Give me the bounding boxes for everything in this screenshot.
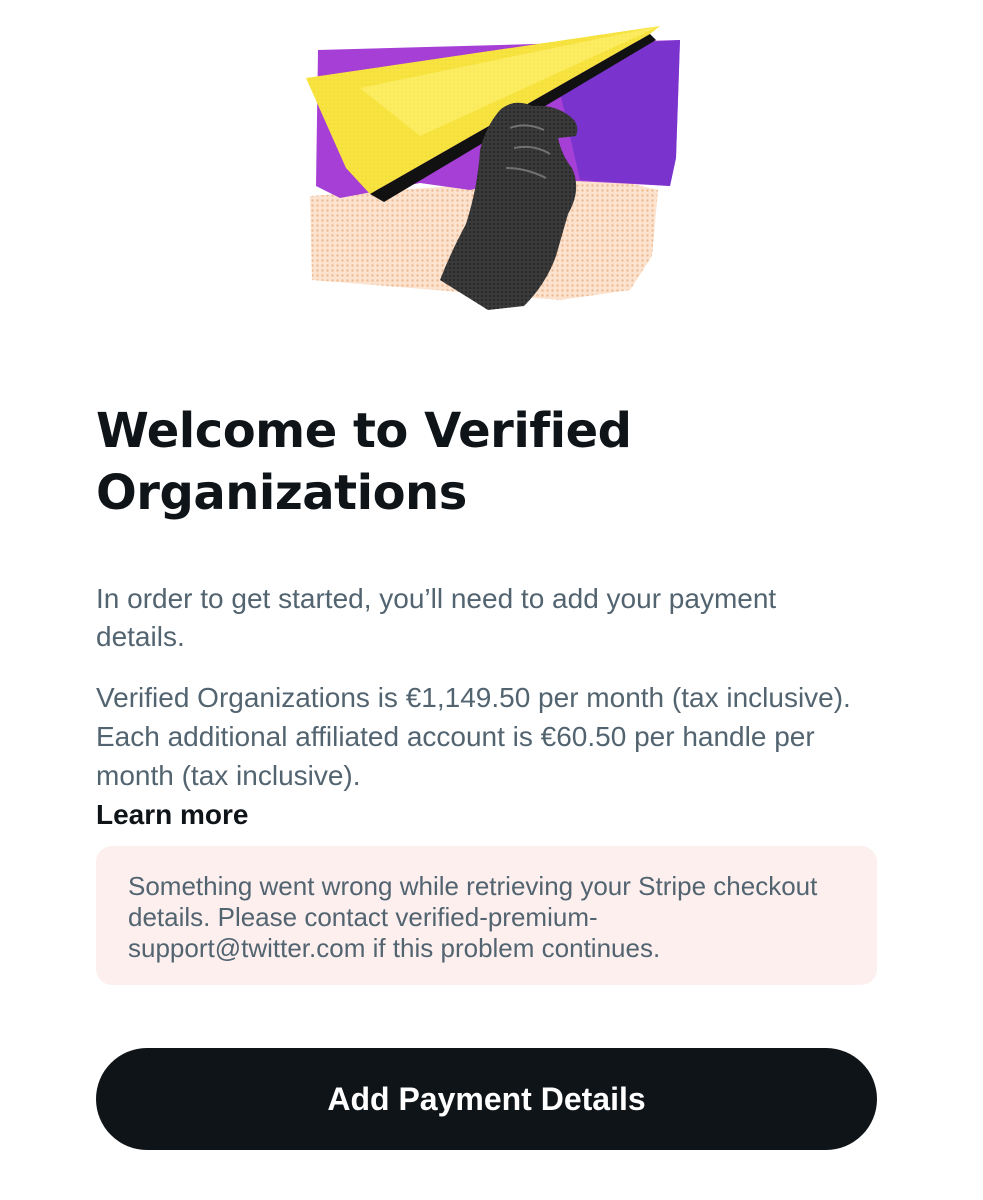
- welcome-content: Welcome to Verified Organizations In ord…: [96, 400, 881, 835]
- error-alert: Something went wrong while retrieving yo…: [96, 846, 877, 985]
- add-payment-details-button[interactable]: Add Payment Details: [96, 1048, 877, 1150]
- pricing-text: Verified Organizations is €1,149.50 per …: [96, 682, 851, 791]
- verified-organizations-onboarding: Welcome to Verified Organizations In ord…: [0, 0, 983, 1200]
- error-message: Something went wrong while retrieving yo…: [128, 871, 818, 963]
- page-title: Welcome to Verified Organizations: [96, 403, 632, 521]
- paper-plane-hand-illustration: [306, 26, 680, 310]
- intro-text: In order to get started, you’ll need to …: [96, 583, 777, 652]
- learn-more-link[interactable]: Learn more: [96, 795, 249, 835]
